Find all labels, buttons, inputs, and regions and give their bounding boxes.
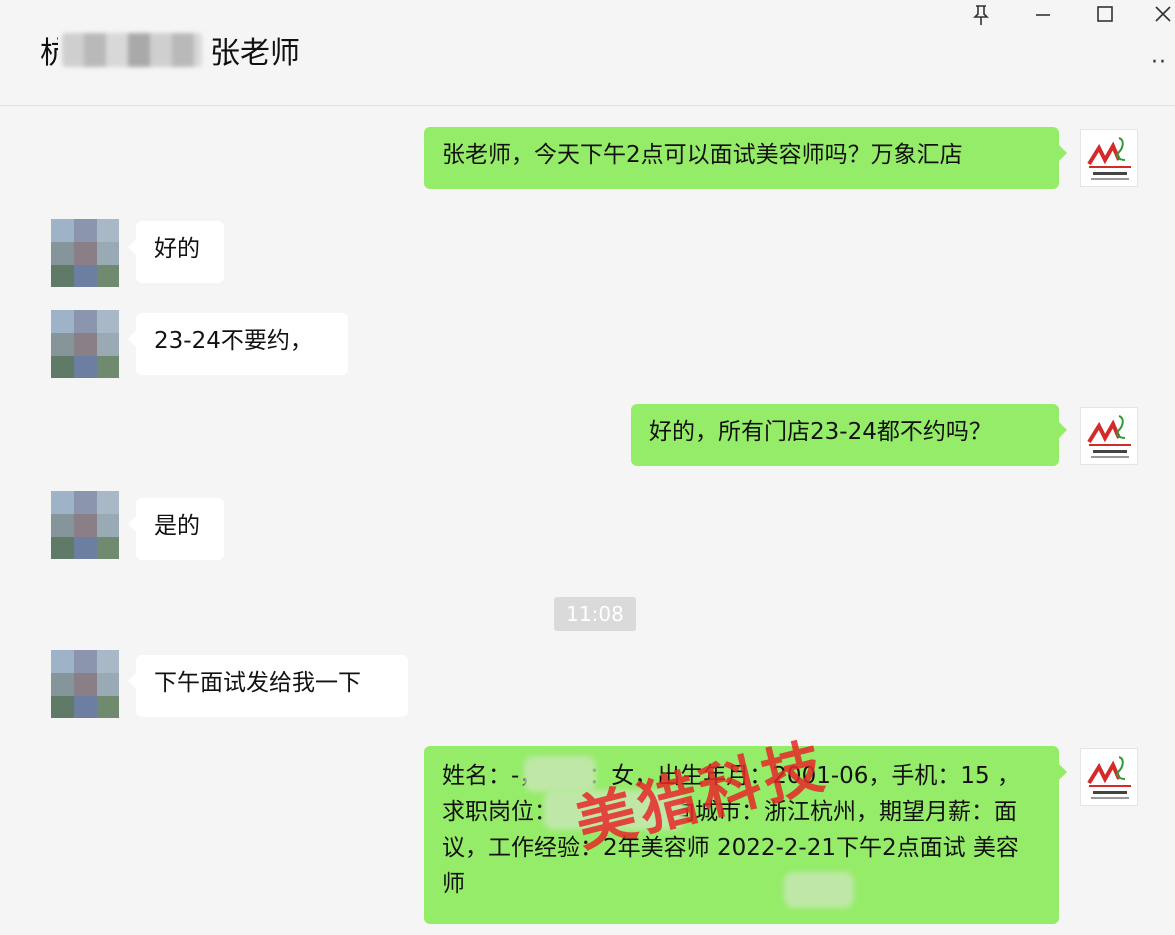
chat-header: 杭 张老师 ·· bbox=[0, 0, 1175, 106]
chat-title: 杭 张老师 bbox=[40, 28, 300, 72]
close-icon[interactable] bbox=[1150, 4, 1175, 30]
more-icon[interactable]: ·· bbox=[1151, 50, 1167, 75]
contact-avatar[interactable] bbox=[51, 491, 119, 559]
message-bubble[interactable]: 姓名：-，性别：女，出生年月：2001-06，手机：15 ，求职岗位：美容师，意… bbox=[424, 746, 1067, 924]
timestamp: 11:08 bbox=[554, 597, 636, 631]
title-prefix: 杭 bbox=[40, 36, 58, 71]
self-avatar[interactable] bbox=[1080, 748, 1138, 806]
chat-area: 张老师，今天下午2点可以面试美容师吗？万象汇店 好的 23-24不要约， 好的，… bbox=[0, 107, 1175, 935]
message-text: 是的 bbox=[154, 513, 200, 539]
message-text: 好的 bbox=[154, 236, 200, 262]
contact-avatar[interactable] bbox=[51, 650, 119, 718]
message-bubble[interactable]: 好的 bbox=[128, 221, 224, 283]
minimize-icon[interactable] bbox=[1030, 4, 1056, 30]
self-avatar[interactable] bbox=[1080, 407, 1138, 465]
message-text: 23-24不要约， bbox=[154, 328, 313, 354]
redaction bbox=[544, 790, 684, 830]
pin-icon[interactable] bbox=[968, 4, 994, 30]
contact-avatar[interactable] bbox=[51, 310, 119, 378]
message-text: 好的，所有门店23-24都不约吗？ bbox=[649, 419, 992, 445]
message-bubble[interactable]: 下午面试发给我一下 bbox=[128, 655, 408, 717]
maximize-icon[interactable] bbox=[1092, 4, 1118, 30]
message-bubble[interactable]: 好的，所有门店23-24都不约吗？ bbox=[631, 404, 1067, 466]
redaction bbox=[524, 756, 596, 792]
redaction bbox=[784, 872, 854, 908]
message-bubble[interactable]: 是的 bbox=[128, 498, 224, 560]
message-text: 下午面试发给我一下 bbox=[154, 670, 361, 696]
message-bubble[interactable]: 23-24不要约， bbox=[128, 313, 348, 375]
contact-avatar[interactable] bbox=[51, 219, 119, 287]
message-bubble[interactable]: 张老师，今天下午2点可以面试美容师吗？万象汇店 bbox=[424, 127, 1067, 189]
redacted-name bbox=[62, 33, 202, 67]
message-text: 张老师，今天下午2点可以面试美容师吗？万象汇店 bbox=[442, 142, 963, 168]
self-avatar[interactable] bbox=[1080, 129, 1138, 187]
contact-name: 张老师 bbox=[210, 36, 300, 71]
